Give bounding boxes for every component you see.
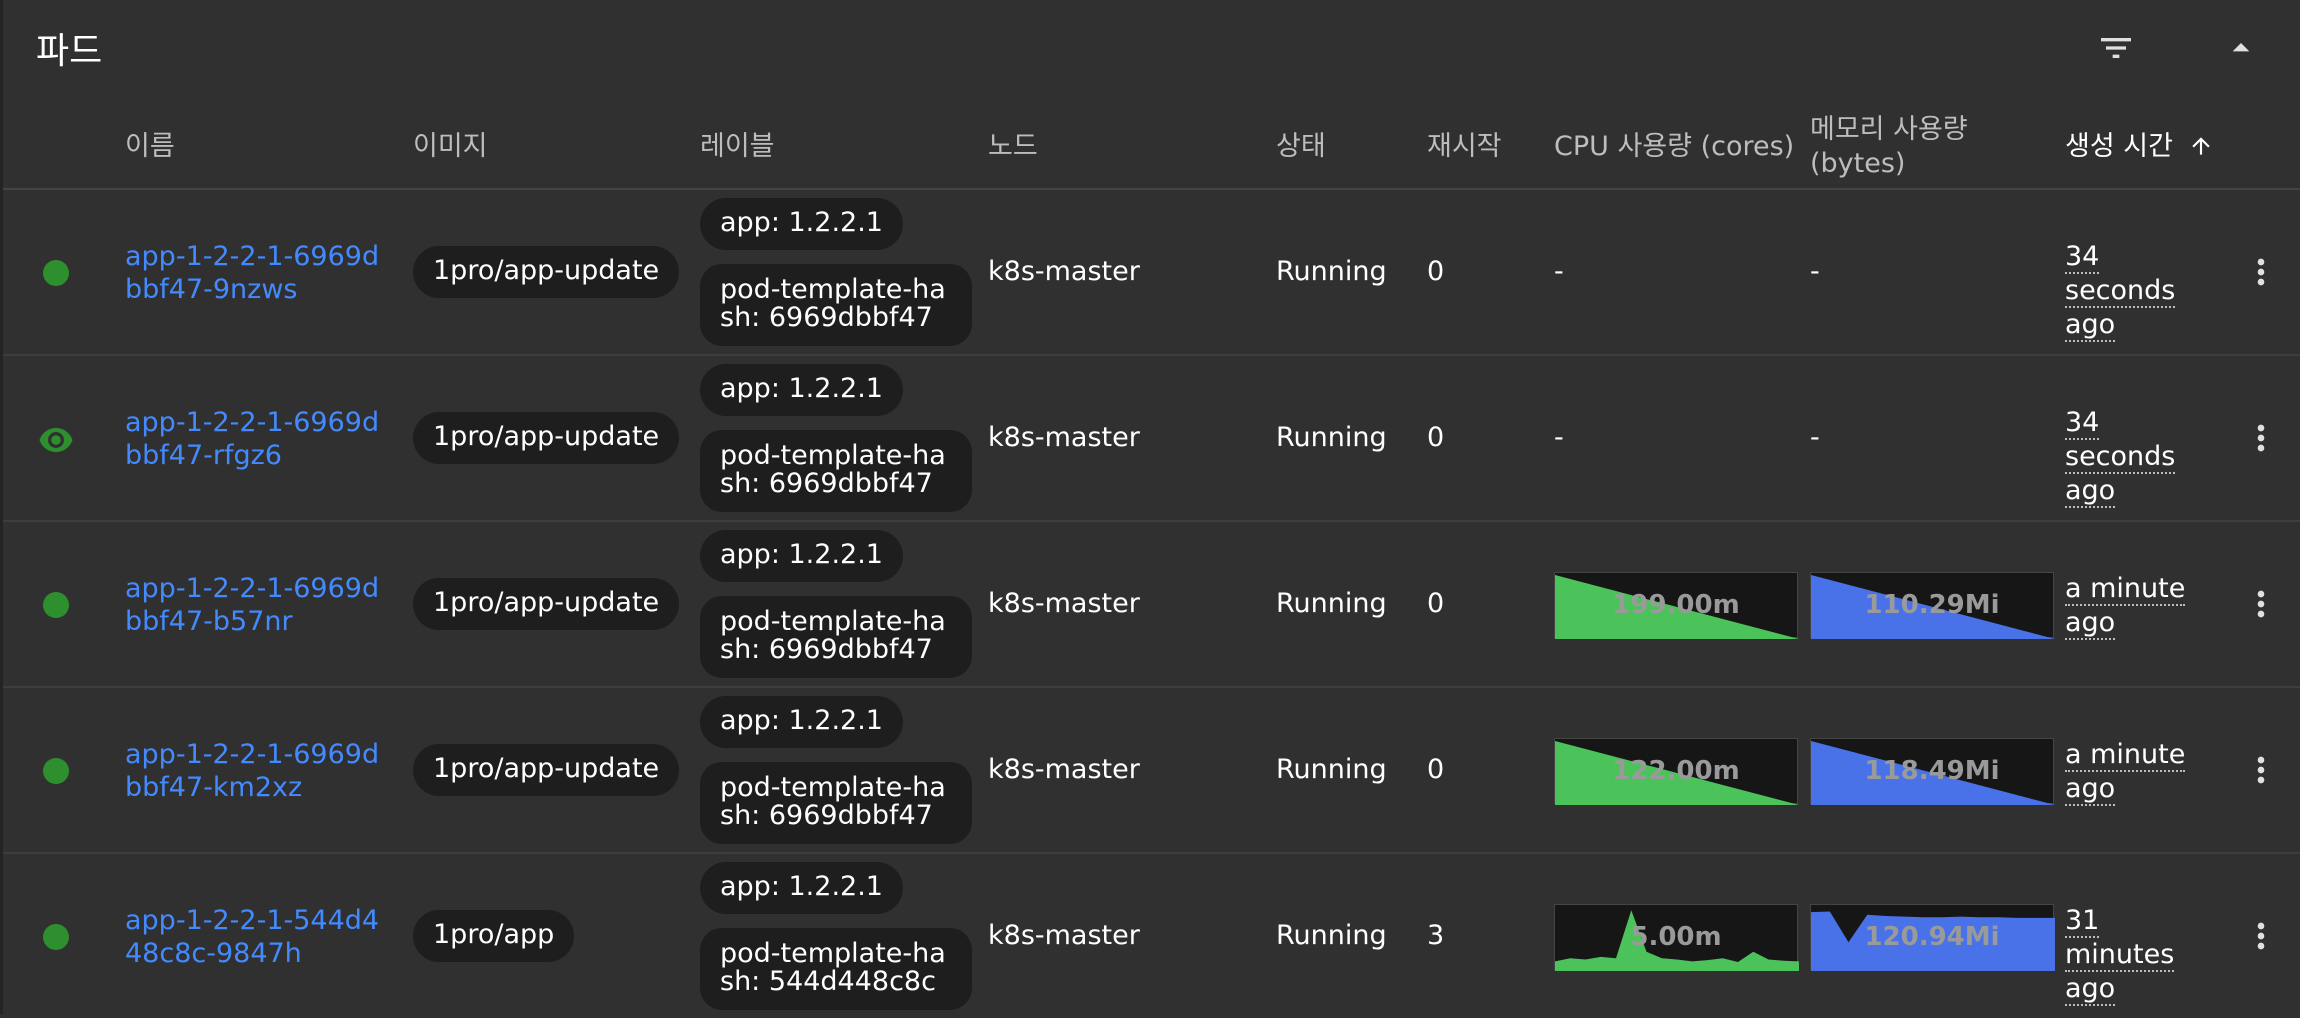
label-chip: pod-template-hash: 6969dbbf47 xyxy=(700,596,972,678)
pod-name-link[interactable]: app-1-2-2-1-6969dbbf47-9nzws xyxy=(125,240,395,306)
column-header-labels: 레이블 xyxy=(700,131,775,162)
table-row: app-1-2-2-1-544d448c8c-9847h 1pro/app ap… xyxy=(3,852,2300,1018)
created-time: 34 seconds ago xyxy=(2065,241,2176,342)
more-vert-icon[interactable] xyxy=(2241,418,2281,462)
more-vert-icon[interactable] xyxy=(2241,252,2281,296)
pod-name-link[interactable]: app-1-2-2-1-6969dbbf47-km2xz xyxy=(125,738,395,804)
pod-name-link[interactable]: app-1-2-2-1-544d448c8c-9847h xyxy=(125,904,395,970)
status-cell: Running xyxy=(1276,588,1387,619)
memory-sparkline: 118.49Mi xyxy=(1810,738,2055,805)
cpu-sparkline: 199.00m xyxy=(1554,572,1799,639)
table-row: app-1-2-2-1-6969dbbf47-rfgz6 1pro/app-up… xyxy=(3,354,2300,520)
created-time: 31 minutes ago xyxy=(2065,905,2175,1006)
restarts-cell: 3 xyxy=(1427,920,1445,951)
created-time: a minute ago xyxy=(2065,739,2186,806)
status-cell: Running xyxy=(1276,754,1387,785)
eye-icon xyxy=(38,426,74,458)
image-chip: 1pro/app-update xyxy=(413,246,680,298)
status-cell: Running xyxy=(1276,256,1387,287)
restarts-cell: 0 xyxy=(1427,422,1445,453)
memory-usage-value: 118.49Mi xyxy=(1864,756,2000,786)
table-row: app-1-2-2-1-6969dbbf47-b57nr 1pro/app-up… xyxy=(3,520,2300,686)
memory-sparkline: 110.29Mi xyxy=(1810,572,2055,639)
status-cell: Running xyxy=(1276,422,1387,453)
table-row: app-1-2-2-1-6969dbbf47-km2xz 1pro/app-up… xyxy=(3,686,2300,852)
more-vert-icon[interactable] xyxy=(2241,750,2281,794)
cpu-usage-value: 199.00m xyxy=(1612,590,1740,620)
card-title: 파드 xyxy=(36,31,103,72)
image-chip: 1pro/app-update xyxy=(413,578,680,630)
column-header-created-label: 생성 시간 xyxy=(2065,131,2173,162)
label-chip: pod-template-hash: 6969dbbf47 xyxy=(700,762,972,844)
node-cell: k8s-master xyxy=(988,588,1140,619)
memory-cell: - xyxy=(1810,422,1820,453)
label-chip: app: 1.2.2.1 xyxy=(700,696,903,748)
cpu-cell: - xyxy=(1554,422,1564,453)
status-running-icon xyxy=(43,260,69,286)
column-header-status[interactable]: 상태 xyxy=(1276,130,1326,164)
label-chip: app: 1.2.2.1 xyxy=(700,364,903,416)
column-header-name[interactable]: 이름 xyxy=(125,130,175,164)
pod-name-link[interactable]: app-1-2-2-1-6969dbbf47-rfgz6 xyxy=(125,406,395,472)
image-chip: 1pro/app-update xyxy=(413,412,680,464)
cpu-sparkline: 122.00m xyxy=(1554,738,1799,805)
created-time: a minute ago xyxy=(2065,573,2186,640)
image-chip: 1pro/app-update xyxy=(413,744,680,796)
column-header-node[interactable]: 노드 xyxy=(988,130,1038,164)
status-cell: Running xyxy=(1276,920,1387,951)
restarts-cell: 0 xyxy=(1427,588,1445,619)
column-header-memory-line1: 메모리 사용량 xyxy=(1810,114,1968,145)
label-chip: pod-template-hash: 6969dbbf47 xyxy=(700,264,972,346)
status-running-icon xyxy=(43,592,69,618)
cpu-cell: - xyxy=(1554,256,1564,287)
memory-sparkline: 120.94Mi xyxy=(1810,904,2055,971)
restarts-cell: 0 xyxy=(1427,754,1445,785)
node-cell: k8s-master xyxy=(988,256,1140,287)
column-header-image: 이미지 xyxy=(413,131,488,162)
node-cell: k8s-master xyxy=(988,422,1140,453)
memory-usage-value: 110.29Mi xyxy=(1864,590,2000,620)
cpu-sparkline: 5.00m xyxy=(1554,904,1799,971)
image-chip: 1pro/app xyxy=(413,910,575,962)
column-header-memory-line2: (bytes) xyxy=(1810,148,1906,179)
column-header-restarts[interactable]: 재시작 xyxy=(1427,130,1502,164)
label-chip: app: 1.2.2.1 xyxy=(700,862,903,914)
column-header-memory: 메모리 사용량 (bytes) xyxy=(1810,113,1968,181)
label-chip: pod-template-hash: 544d448c8c xyxy=(700,928,972,1010)
cpu-usage-value: 122.00m xyxy=(1612,756,1740,786)
memory-usage-value: 120.94Mi xyxy=(1864,922,2000,952)
restarts-cell: 0 xyxy=(1427,256,1445,287)
column-header-cpu: CPU 사용량 (cores) xyxy=(1554,131,1795,162)
pods-card: 파드 이름 이미지 레이블 노드 상태 재시작 CPU 사용량 (cores) … xyxy=(0,0,2300,1014)
table-row: app-1-2-2-1-6969dbbf47-9nzws 1pro/app-up… xyxy=(3,188,2300,354)
more-vert-icon[interactable] xyxy=(2241,584,2281,628)
arrow-up-icon xyxy=(2191,137,2210,155)
status-running-icon xyxy=(43,924,69,950)
caret-up-icon[interactable] xyxy=(2221,28,2261,68)
status-running-icon xyxy=(43,758,69,784)
label-chip: pod-template-hash: 6969dbbf47 xyxy=(700,430,972,512)
memory-cell: - xyxy=(1810,256,1820,287)
column-header-created[interactable]: 생성 시간 xyxy=(2065,130,2214,164)
pod-name-link[interactable]: app-1-2-2-1-6969dbbf47-b57nr xyxy=(125,572,395,638)
node-cell: k8s-master xyxy=(988,754,1140,785)
label-chip: app: 1.2.2.1 xyxy=(700,530,903,582)
cpu-usage-value: 5.00m xyxy=(1630,922,1722,952)
created-time: 34 seconds ago xyxy=(2065,407,2176,508)
filter-icon[interactable] xyxy=(2096,28,2136,68)
label-chip: app: 1.2.2.1 xyxy=(700,198,903,250)
node-cell: k8s-master xyxy=(988,920,1140,951)
more-vert-icon[interactable] xyxy=(2241,916,2281,960)
